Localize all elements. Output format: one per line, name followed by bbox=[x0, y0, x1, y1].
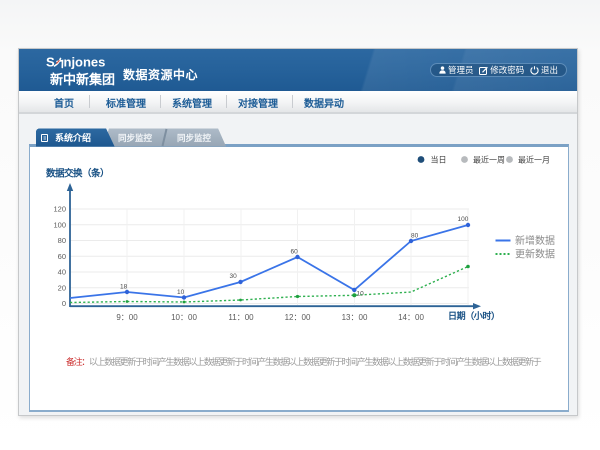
svg-text:最近一月: 最近一月 bbox=[518, 154, 550, 164]
svg-text:10：00: 10：00 bbox=[171, 313, 197, 322]
svg-text:日期（小时）: 日期（小时） bbox=[448, 310, 500, 321]
svg-text:120: 120 bbox=[53, 205, 66, 214]
svg-text:60: 60 bbox=[58, 252, 66, 261]
svg-text:80: 80 bbox=[58, 236, 66, 245]
svg-text:更新数据: 更新数据 bbox=[515, 248, 555, 261]
svg-text:S: S bbox=[46, 55, 55, 69]
svg-text:最近一周: 最近一周 bbox=[473, 154, 505, 164]
svg-text:0: 0 bbox=[62, 299, 66, 308]
svg-text:同步监控: 同步监控 bbox=[118, 133, 153, 143]
svg-text:60: 60 bbox=[291, 249, 299, 256]
svg-text:12：00: 12：00 bbox=[285, 313, 311, 322]
svg-text:80: 80 bbox=[411, 233, 419, 240]
svg-text:系统介绍: 系统介绍 bbox=[55, 132, 91, 143]
svg-text:当日: 当日 bbox=[431, 154, 447, 164]
svg-text:13：00: 13：00 bbox=[342, 313, 368, 322]
svg-text:11：00: 11：00 bbox=[228, 313, 254, 322]
svg-text:数据交换（条）: 数据交换（条） bbox=[45, 168, 109, 180]
svg-text:100: 100 bbox=[458, 216, 469, 223]
svg-text:9：00: 9：00 bbox=[116, 313, 138, 322]
svg-text:10: 10 bbox=[357, 291, 365, 298]
svg-text:同步监控: 同步监控 bbox=[177, 133, 212, 143]
svg-text:10: 10 bbox=[177, 289, 185, 296]
svg-text:njones: njones bbox=[64, 55, 106, 69]
svg-text:40: 40 bbox=[58, 268, 66, 277]
svg-text:100: 100 bbox=[53, 220, 66, 229]
svg-text:18: 18 bbox=[120, 284, 128, 291]
svg-text:30: 30 bbox=[230, 273, 238, 280]
svg-text:14：00: 14：00 bbox=[398, 313, 424, 322]
svg-text:20: 20 bbox=[58, 283, 66, 292]
svg-text:新增数据: 新增数据 bbox=[515, 234, 555, 247]
